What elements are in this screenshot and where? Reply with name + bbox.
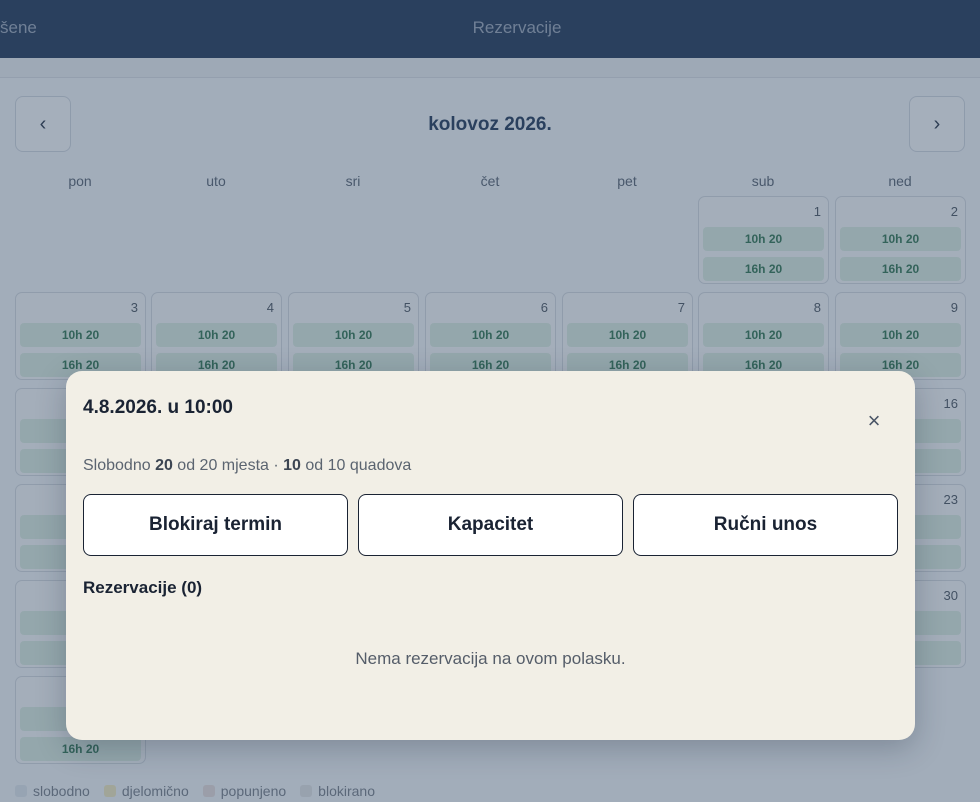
empty-state-text: Nema rezervacija na ovom polasku. <box>355 649 626 668</box>
free-quads-count: 10 <box>283 457 301 474</box>
availability-summary: Slobodno 20 od 20 mjesta · 10 od 10 quad… <box>83 457 411 475</box>
manual-entry-button[interactable]: Ručni unos <box>633 494 898 556</box>
departure-modal: 4.8.2026. u 10:00 × Slobodno 20 od 20 mj… <box>66 371 915 740</box>
modal-title: 4.8.2026. u 10:00 <box>83 397 233 418</box>
summary-prefix: Slobodno <box>83 457 156 474</box>
free-seats-count: 20 <box>155 457 173 474</box>
capacity-button[interactable]: Kapacitet <box>358 494 623 556</box>
block-slot-button[interactable]: Blokiraj termin <box>83 494 348 556</box>
close-icon[interactable]: × <box>862 408 886 433</box>
quads-suffix: od 10 quadova <box>300 457 412 474</box>
reservations-heading: Rezervacije (0) <box>83 578 203 597</box>
seats-suffix: od 20 mjesta · <box>172 457 284 474</box>
